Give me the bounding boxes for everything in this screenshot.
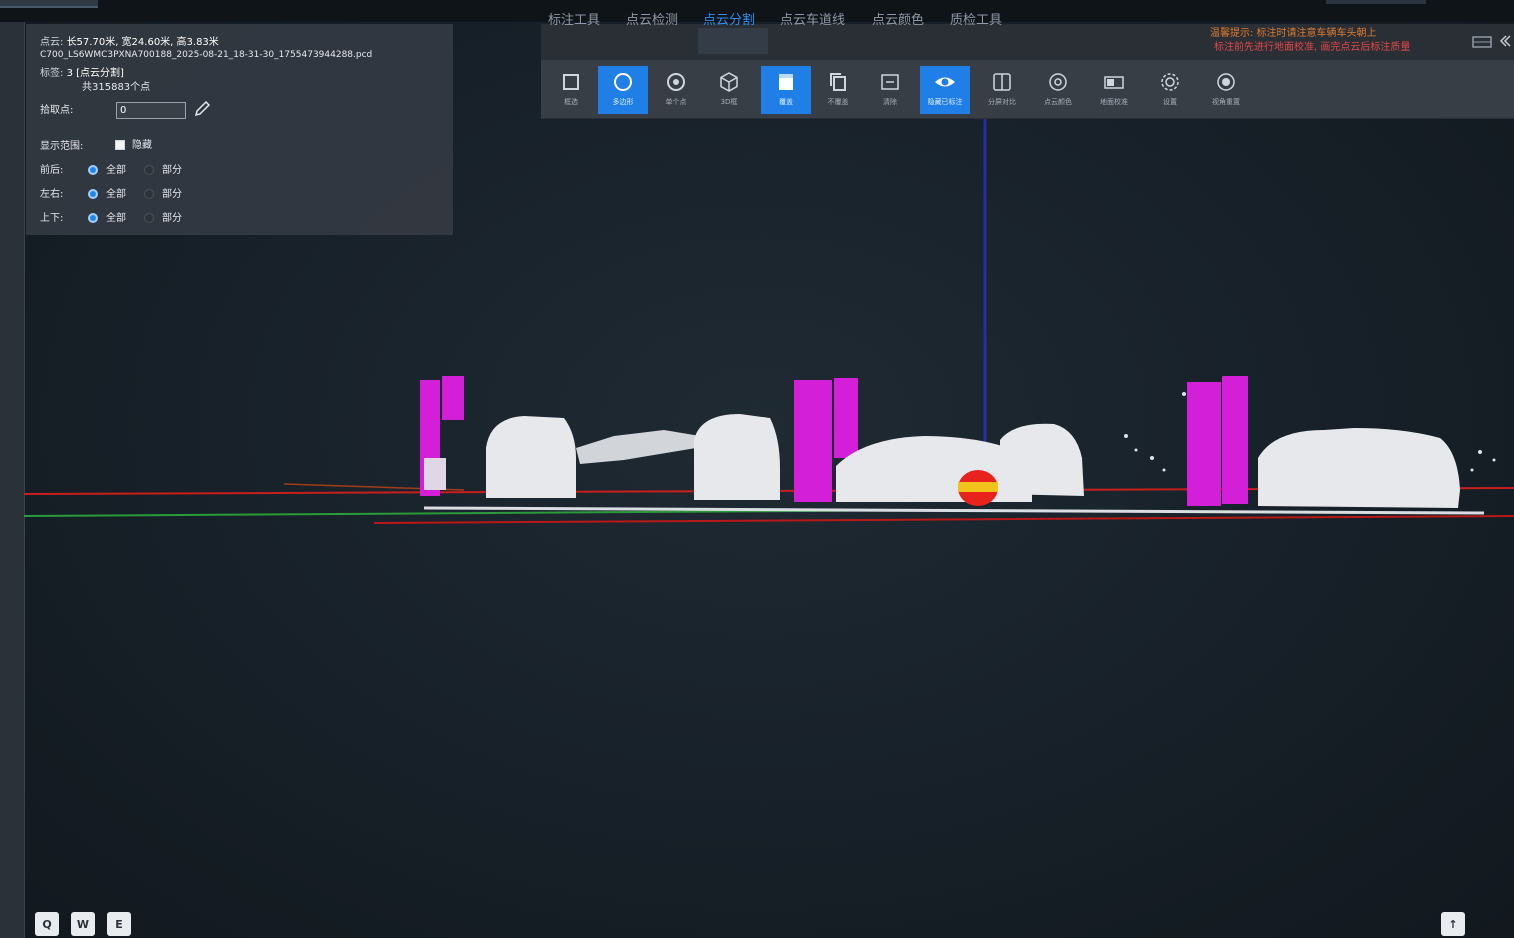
tool-label: 分屏对比 [988,98,1016,106]
left-right-part-label: 部分 [162,189,182,200]
tool-label: 地面校准 [1100,98,1128,106]
left-right-all-radio[interactable] [88,189,98,199]
up-down-part-radio[interactable] [144,213,154,223]
split-view-icon [993,73,1011,91]
point-dims: 长57.70米, 宽24.60米, 高3.83米 [66,37,219,48]
point-cloud-viewport[interactable] [24,118,1514,938]
view-w-button[interactable]: W [71,912,95,936]
tool-label: 视角重置 [1212,98,1240,106]
tool-ground-calibration-button[interactable]: 地面校准 [1089,66,1139,114]
tool-label: 单个点 [665,98,687,106]
view-e-button[interactable]: E [107,912,131,936]
range-left-right-label: 左右: [40,189,64,200]
square-select-icon [563,74,579,90]
panel-toggle-icon[interactable] [1472,36,1492,48]
display-range-label: 显示范围: [40,141,84,152]
browser-tab[interactable] [0,0,98,8]
front-back-all-label: 全部 [106,165,126,176]
tab-point-cloud-detection[interactable]: 点云检测 [626,9,678,28]
cube-icon [720,72,738,92]
top-strip [0,0,1514,22]
tool-label: 不覆盖 [827,98,849,106]
point-count: 共315883个点 [82,82,151,93]
range-up-down-label: 上下: [40,213,64,224]
label-value: 3 [点云分割] [66,68,124,79]
tool-3d-box-button[interactable]: 3D框 [704,66,754,114]
front-back-all-radio[interactable] [88,165,98,175]
left-right-part-radio[interactable] [144,189,154,199]
reset-view-icon [1217,73,1235,91]
tool-label: 点云颜色 [1044,98,1072,106]
warning-line-1: 温馨提示: 标注时请注意车辆车头朝上 [1210,28,1377,39]
color-icon [1049,73,1067,91]
pick-label: 拾取点: [40,105,74,116]
tool-clear-button[interactable]: 清除 [865,66,915,114]
tool-single-point-button[interactable]: 单个点 [651,66,701,114]
tool-label: 覆盖 [779,98,793,106]
tab-point-cloud-color[interactable]: 点云颜色 [872,9,924,28]
collapse-chevron-icon[interactable] [1498,34,1512,48]
front-back-part-label: 部分 [162,165,182,176]
range-front-back-label: 前后: [40,165,64,176]
up-down-part-label: 部分 [162,213,182,224]
warning-message: 温馨提示: 标注时请注意车辆车头朝上 标注前先进行地面校准, 画完点云后标注质量 [1210,27,1410,55]
hide-label: 隐藏 [132,140,152,151]
tab-annotation-tools[interactable]: 标注工具 [548,9,600,28]
tab-point-cloud-lane[interactable]: 点云车道线 [780,9,845,28]
up-down-all-radio[interactable] [88,213,98,223]
file-name: C700_LS6WMC3PXNA700188_2025-08-21_18-31-… [40,50,373,60]
overwrite-icon [779,74,793,90]
segmented-pillar-3 [1187,376,1248,506]
tool-box-select-button[interactable]: 框选 [546,66,596,114]
clear-icon [881,74,899,90]
app-root: 点云: 长57.70米, 宽24.60米, 高3.83米 C700_LS6WMC… [0,0,1514,938]
tab-point-cloud-segmentation[interactable]: 点云分割 [703,9,755,28]
tool-label: 清除 [883,98,897,106]
segmented-pillar-1 [420,376,464,496]
pen-icon[interactable] [194,100,210,118]
front-back-part-radio[interactable] [144,165,154,175]
tool-label: 3D框 [720,98,738,106]
tool-polygon-button[interactable]: 多边形 [598,66,648,114]
tool-overwrite-button[interactable]: 覆盖 [761,66,811,114]
x-axis-line-lower [373,515,1514,524]
warning-line-2: 标注前先进行地面校准, 画完点云后标注质量 [1214,42,1411,53]
left-right-all-label: 全部 [106,189,126,200]
info-panel: 点云: 长57.70米, 宽24.60米, 高3.83米 C700_LS6WMC… [26,24,453,235]
active-tab-highlight [698,28,768,54]
settings-icon [1161,73,1179,91]
point-dims-row: 点云: 长57.70米, 宽24.60米, 高3.83米 [40,36,219,49]
origin-marker[interactable] [958,470,998,506]
tool-label: 多边形 [612,98,634,106]
hide-checkbox[interactable] [115,140,125,150]
label-row: 标签: 3 [点云分割] [40,67,124,80]
view-up-button[interactable]: ↑ [1441,912,1465,936]
eye-icon [935,77,955,87]
tool-label: 设置 [1163,98,1177,106]
tab-qa-tools[interactable]: 质检工具 [950,9,1002,28]
pick-point-input[interactable] [116,102,186,119]
tool-hide-labeled-button[interactable]: 隐藏已标注 [920,66,970,114]
label-label: 标签: [40,68,64,79]
tool-settings-button[interactable]: 设置 [1145,66,1195,114]
view-q-button[interactable]: Q [35,912,59,936]
up-down-all-label: 全部 [106,213,126,224]
copy-icon [830,73,846,91]
tool-split-view-button[interactable]: 分屏对比 [977,66,1027,114]
tool-no-overwrite-button[interactable]: 不覆盖 [813,66,863,114]
top-right-control[interactable] [1326,0,1426,4]
tool-label: 框选 [564,98,578,106]
left-rail [0,22,25,938]
tool-reset-view-button[interactable]: 视角重置 [1201,66,1251,114]
tool-label: 隐藏已标注 [927,98,963,106]
ground-icon [1104,76,1124,89]
tool-point-color-button[interactable]: 点云颜色 [1033,66,1083,114]
point-label: 点云: [40,37,64,48]
target-point-icon [667,73,685,91]
circle-select-icon [614,73,632,91]
